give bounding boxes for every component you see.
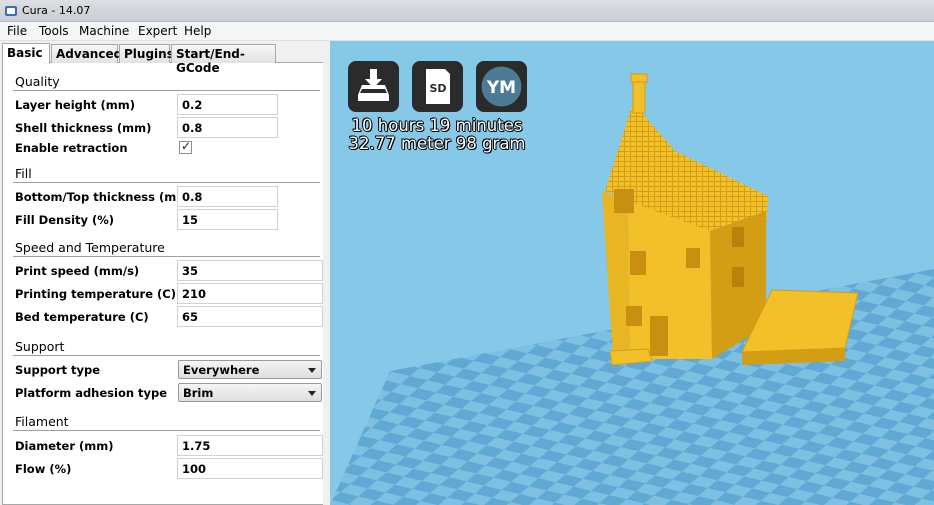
- menu-machine[interactable]: Machine: [79, 24, 129, 38]
- section-quality-title: Quality: [15, 74, 60, 89]
- diameter-label: Diameter (mm): [15, 439, 114, 453]
- tab-advanced[interactable]: Advanced: [51, 44, 122, 63]
- tab-basic[interactable]: Basic: [2, 43, 50, 64]
- flow-label: Flow (%): [15, 462, 72, 476]
- svg-text:SD: SD: [429, 82, 446, 95]
- section-divider: [13, 355, 320, 356]
- house-window: [614, 189, 634, 213]
- platform-adhesion-select[interactable]: Brim: [178, 383, 322, 402]
- settings-panel: Quality Layer height (mm) 0.2 Shell thic…: [0, 41, 326, 505]
- bed-temperature-label: Bed temperature (C): [15, 310, 149, 324]
- printing-temperature-label: Printing temperature (C): [15, 287, 176, 301]
- layer-height-field[interactable]: 0.2: [177, 94, 278, 115]
- section-filament-title: Filament: [15, 414, 69, 429]
- tab-start-end-gcode[interactable]: Start/End-GCode: [171, 44, 276, 75]
- shell-thickness-field[interactable]: 0.8: [177, 117, 278, 138]
- cura-app-icon: [5, 6, 17, 16]
- fill-density-field[interactable]: 15: [177, 209, 278, 230]
- dropdown-arrow-icon: [308, 368, 316, 373]
- platform-adhesion-value: Brim: [183, 386, 214, 400]
- section-divider: [13, 430, 320, 431]
- title-bar: Cura - 14.07: [0, 0, 934, 22]
- bottom-top-thickness-field[interactable]: 0.8: [177, 186, 278, 207]
- tab-plugins[interactable]: Plugins: [119, 44, 174, 63]
- house-chimney-top: [630, 73, 648, 83]
- panel-splitter[interactable]: [323, 41, 330, 505]
- bed-temperature-field[interactable]: 65: [177, 306, 323, 327]
- house-window: [732, 267, 744, 287]
- print-estimate: 10 hours 19 minutes 32.77 meter 98 gram: [342, 117, 532, 153]
- support-type-value: Everywhere: [183, 363, 260, 377]
- section-support-title: Support: [15, 339, 65, 354]
- menu-tools[interactable]: Tools: [39, 24, 69, 38]
- diameter-field[interactable]: 1.75: [177, 435, 323, 456]
- menu-help[interactable]: Help: [184, 24, 211, 38]
- retraction-label: Enable retraction: [15, 141, 128, 155]
- house-window: [626, 306, 642, 326]
- window-title: Cura - 14.07: [22, 4, 91, 17]
- basic-settings-body: Quality Layer height (mm) 0.2 Shell thic…: [2, 62, 324, 505]
- section-divider: [13, 182, 320, 183]
- load-model-icon: [358, 69, 389, 101]
- house-chimney: [632, 80, 646, 114]
- bottom-top-thickness-label: Bottom/Top thickness (mm): [15, 190, 194, 204]
- section-divider: [13, 256, 320, 257]
- section-speed-title: Speed and Temperature: [15, 240, 165, 255]
- youmagine-button[interactable]: YM: [476, 61, 527, 112]
- house-window: [686, 248, 700, 268]
- print-material: 32.77 meter 98 gram: [348, 134, 526, 153]
- support-type-select[interactable]: Everywhere: [178, 360, 322, 379]
- menu-expert[interactable]: Expert: [138, 24, 177, 38]
- section-divider: [13, 90, 320, 91]
- house-window: [732, 227, 744, 247]
- shell-thickness-label: Shell thickness (mm): [15, 121, 152, 135]
- menu-bar: File Tools Machine Expert Help: [0, 22, 934, 41]
- house-window: [630, 251, 646, 275]
- svg-text:YM: YM: [486, 78, 516, 98]
- flow-field[interactable]: 100: [177, 458, 323, 479]
- fill-density-label: Fill Density (%): [15, 213, 115, 227]
- layer-height-label: Layer height (mm): [15, 98, 136, 112]
- youmagine-icon: YM: [481, 66, 522, 107]
- cura-window: Cura - 14.07 File Tools Machine Expert H…: [0, 0, 934, 505]
- print-speed-label: Print speed (mm/s): [15, 264, 140, 278]
- printing-temperature-field[interactable]: 210: [177, 283, 323, 304]
- menu-file[interactable]: File: [7, 24, 27, 38]
- house-door: [650, 316, 668, 356]
- section-fill-title: Fill: [15, 166, 32, 181]
- 3d-viewport[interactable]: SD YM 10 hours 19 minutes 32.77 meter 98…: [330, 41, 934, 505]
- print-time: 10 hours 19 minutes: [351, 116, 523, 135]
- support-type-label: Support type: [15, 363, 101, 377]
- dropdown-arrow-icon: [308, 391, 316, 396]
- print-speed-field[interactable]: 35: [177, 260, 323, 281]
- checkmark-icon: ✓: [181, 139, 192, 153]
- platform-adhesion-label: Platform adhesion type: [15, 386, 168, 400]
- retraction-checkbox[interactable]: ✓: [179, 139, 192, 154]
- sd-card-icon: SD: [426, 69, 450, 104]
- load-model-button[interactable]: [348, 61, 399, 112]
- save-to-sd-button[interactable]: SD: [412, 61, 463, 112]
